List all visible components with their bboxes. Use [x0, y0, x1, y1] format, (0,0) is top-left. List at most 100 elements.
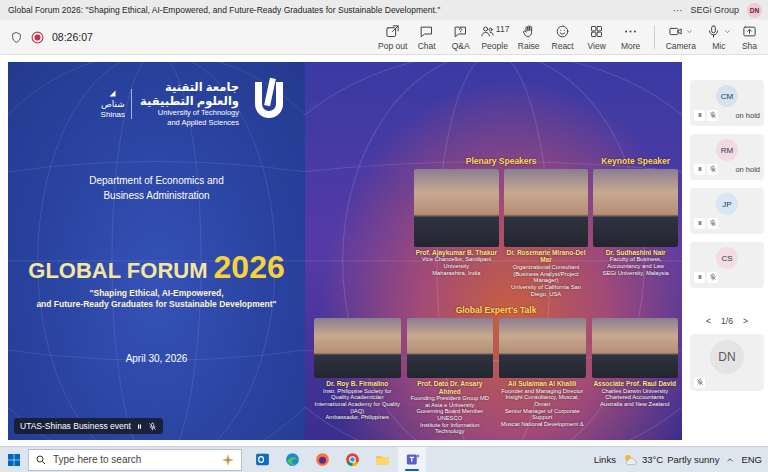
- featured-speakers: Plenary SpeakersKeynote SpeakerProf. Aja…: [414, 156, 678, 297]
- hold-icon: [696, 111, 704, 119]
- record-icon: [31, 31, 44, 44]
- mic-badge: [707, 218, 718, 229]
- chevron-icon[interactable]: [723, 27, 732, 36]
- qa-button[interactable]: Q&A: [444, 24, 478, 51]
- raise-button[interactable]: Raise: [512, 24, 546, 51]
- explorer-icon: [374, 451, 391, 468]
- language-indicator[interactable]: ENG: [741, 454, 762, 465]
- partly-sunny-icon: [622, 452, 638, 468]
- camera-button[interactable]: Camera: [661, 24, 701, 51]
- chrome-app-button[interactable]: [338, 447, 366, 472]
- speaker-name: Associate Prof. Raul David: [592, 380, 679, 387]
- university-name-english: and Applied Sciences: [167, 118, 239, 127]
- hold-icon: [696, 165, 704, 173]
- active-indicator: [345, 469, 359, 471]
- speaker-detail: Insight Consultancy, Muscat, Oman: [499, 394, 586, 407]
- weather-widget[interactable]: 33°CPartly sunny: [622, 452, 720, 468]
- mic-badge: [707, 164, 718, 175]
- toolbar-separator: [654, 25, 655, 49]
- mic-badge: [707, 110, 718, 121]
- share-icon: [742, 24, 757, 39]
- people-button[interactable]: 117People: [478, 24, 512, 51]
- speaker-detail: Founder and Managing Director: [499, 388, 586, 395]
- campus-name-arabic: شناص: [101, 99, 125, 109]
- share-button[interactable]: Sha: [737, 24, 762, 51]
- shared-slide: شناصShinas جامعة التقنيةوالعلوم التطبيقية…: [8, 62, 682, 440]
- edge-app-button[interactable]: [278, 447, 306, 472]
- tray-chevron-icon[interactable]: [725, 455, 735, 465]
- mic-off-icon: [709, 273, 717, 281]
- chevron-icon[interactable]: [685, 27, 694, 36]
- organization-name: SEGi Group: [690, 5, 739, 15]
- toolbar-label: People: [481, 41, 507, 51]
- mic-button[interactable]: Mic: [701, 24, 737, 51]
- speaker-detail: Australia and New Zealand: [592, 401, 679, 408]
- view-button[interactable]: View: [580, 24, 614, 51]
- campus-name: Shinas: [101, 110, 125, 119]
- taskbar-search[interactable]: Type here to search: [28, 449, 242, 471]
- teams-app-button[interactable]: [398, 447, 426, 472]
- speaker-photo: [593, 169, 678, 247]
- react-button[interactable]: React: [546, 24, 580, 51]
- speaker-photo: [314, 318, 401, 378]
- more-button[interactable]: ···: [672, 5, 682, 16]
- speaker-detail: Charles Darwin University: [592, 388, 679, 395]
- presenter-name: UTAS-Shinas Business event: [20, 421, 131, 431]
- links-toolbar[interactable]: Links: [594, 454, 616, 465]
- university-name: جامعة التقنيةوالعلوم التطبيقيةUniversity…: [140, 81, 239, 127]
- speaker-card: Prof. Ajaykumar B. ThakurVice Chancellor…: [414, 169, 499, 297]
- toolbar-label: Raise: [518, 41, 540, 51]
- speaker-card: Dr. Roy B. FirmalinoInstr. Philippine So…: [314, 318, 401, 435]
- hold-badge: [694, 164, 705, 175]
- shield-icon: [10, 31, 23, 44]
- page-indicator: 1/6: [721, 316, 733, 326]
- participant-status: on hold: [735, 111, 760, 120]
- university-name-arabic: جامعة التقنية: [165, 81, 239, 95]
- speaker-detail: SEGi University, Malaysia: [593, 270, 678, 277]
- speaker-photo: [592, 318, 679, 378]
- device-label: Sha: [742, 41, 757, 51]
- view-icon: [589, 24, 604, 39]
- chat-icon: [419, 24, 434, 39]
- next-page-button[interactable]: >: [743, 316, 748, 326]
- qa-icon: [453, 24, 468, 39]
- speaker-detail: Institute for Information Technology: [407, 422, 494, 435]
- university-name-arabic: والعلوم التطبيقية: [140, 95, 239, 109]
- more-button[interactable]: More: [614, 24, 648, 51]
- toolbar-icon-row: [419, 24, 434, 39]
- active-indicator: [255, 469, 269, 471]
- device-icon-row: [742, 24, 757, 39]
- self-view-tile[interactable]: DN: [690, 334, 764, 391]
- popout-icon: [385, 24, 400, 39]
- toolbar-icon-row: [589, 24, 604, 39]
- toolbar-label: Q&A: [452, 41, 470, 51]
- participant-tile[interactable]: JP: [690, 188, 764, 234]
- previous-page-button[interactable]: <: [706, 316, 711, 326]
- participant-tile[interactable]: CMon hold: [690, 80, 764, 126]
- toolbar-icon-row: [623, 24, 638, 39]
- subtitle-line: and Future-Ready Graduates for Sustainab…: [22, 299, 291, 310]
- speaker-detail: International Academy for Quality (IAQ): [314, 401, 401, 414]
- participant-tile[interactable]: CS: [690, 242, 764, 288]
- speaker-card: Dr. Rosemarie Mirano-Del MarOrganization…: [504, 169, 589, 297]
- raise-icon: [521, 24, 536, 39]
- hold-badge: [694, 110, 705, 121]
- chat-button[interactable]: Chat: [410, 24, 444, 51]
- participant-tile[interactable]: RMon hold: [690, 134, 764, 180]
- speaker-name: Dr. Roy B. Firmalino: [314, 380, 401, 387]
- university-name-english: University of Technology: [158, 108, 239, 117]
- user-avatar[interactable]: DN: [747, 3, 762, 18]
- firefox-app-button[interactable]: [308, 447, 336, 472]
- popout-button[interactable]: Pop out: [376, 24, 410, 51]
- explorer-app-button[interactable]: [368, 447, 396, 472]
- toolbar-label: More: [621, 41, 640, 51]
- search-placeholder[interactable]: Type here to search: [53, 454, 215, 465]
- device-icon-row: [706, 24, 732, 39]
- participant-status: on hold: [735, 165, 760, 174]
- windows-start-icon[interactable]: [6, 452, 22, 468]
- subtitle-line: "Shaping Ethical, AI-Empowered,: [22, 288, 291, 299]
- meeting-toolbar: 08:26:07Pop outChatQ&A117PeopleRaiseReac…: [0, 20, 768, 55]
- self-avatar: DN: [710, 340, 744, 374]
- speaker-name: Dr. Sudhashini Nair: [593, 249, 678, 256]
- outlook-app-button[interactable]: [248, 447, 276, 472]
